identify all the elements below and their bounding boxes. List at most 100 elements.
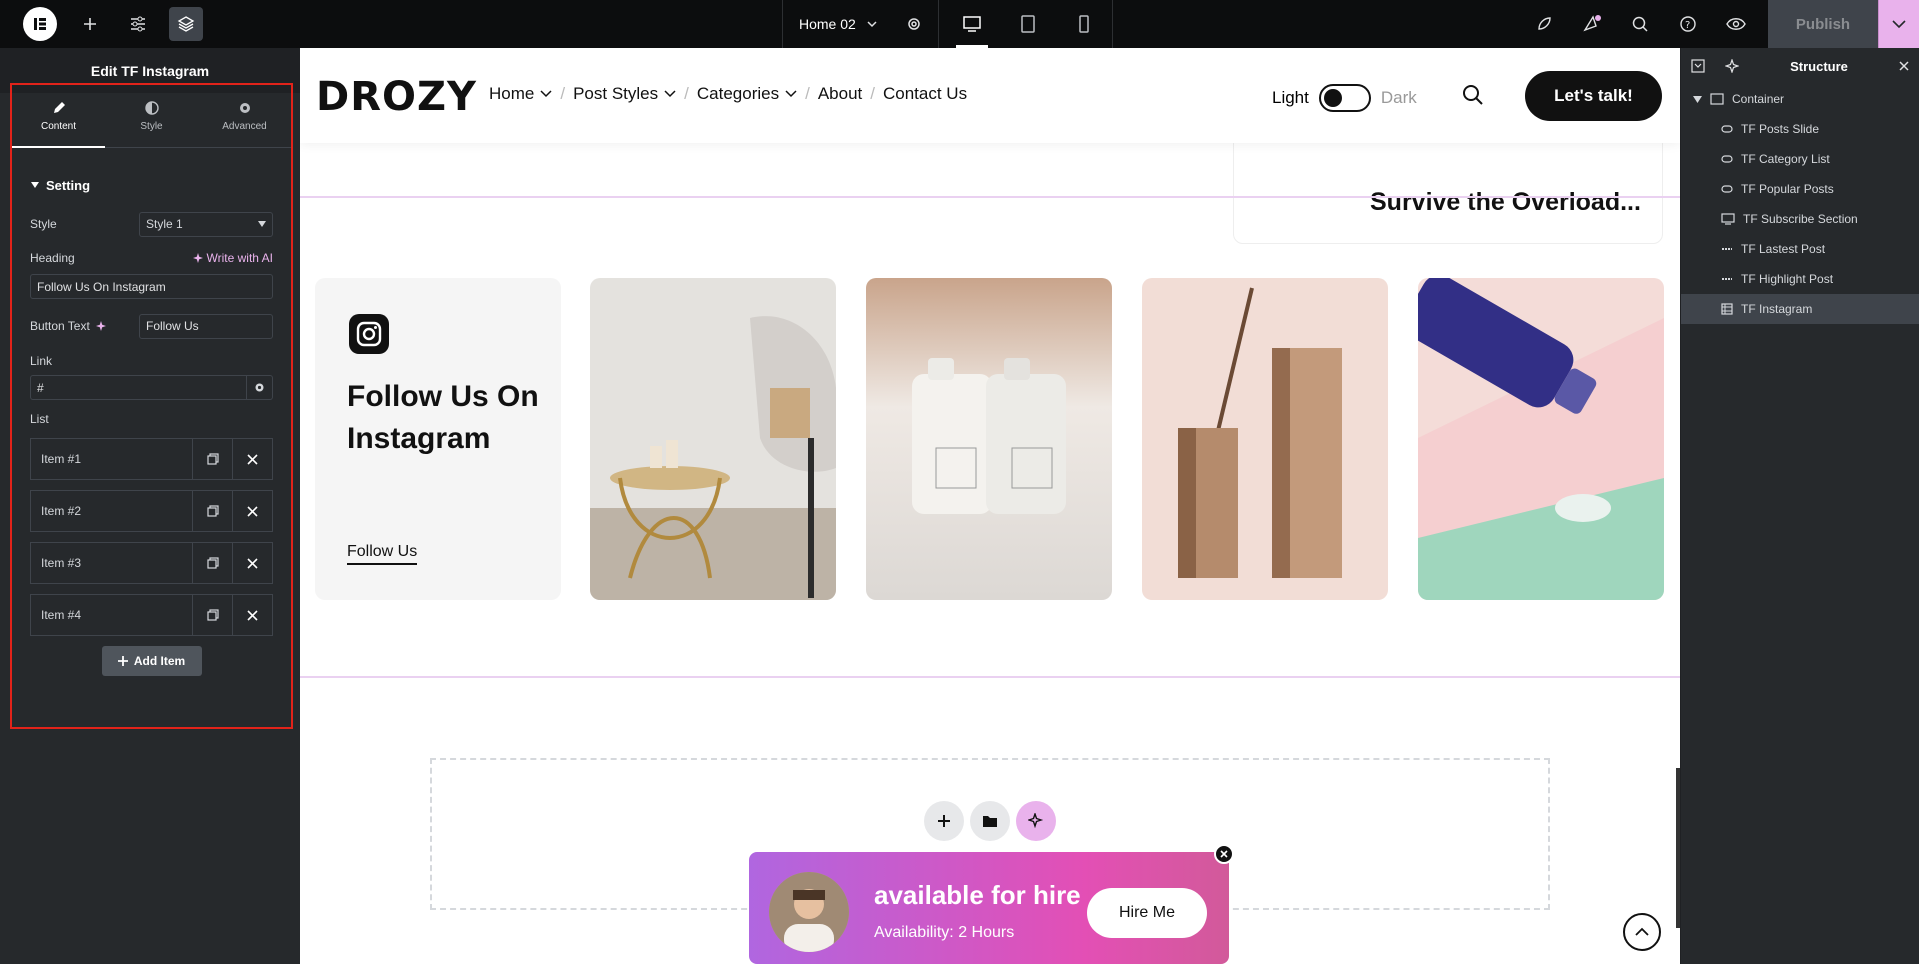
page-settings-gear-icon[interactable] [890, 0, 938, 48]
follow-us-link[interactable]: Follow Us [347, 543, 418, 565]
duplicate-icon[interactable] [192, 439, 232, 479]
hire-title: available for hire [874, 880, 1081, 910]
remove-close-icon[interactable] [232, 543, 272, 583]
widget-icon [1721, 185, 1733, 193]
close-icon[interactable] [1214, 844, 1234, 864]
theme-toggle[interactable] [1318, 84, 1371, 112]
site-settings-icon[interactable] [114, 0, 162, 48]
site-logo[interactable]: DROZY [316, 74, 477, 120]
structure-item-highlight-post[interactable]: TF Highlight Post [1681, 264, 1919, 294]
editor-topbar: Home 02 ? Publish [0, 0, 1919, 48]
add-section-plus-icon[interactable] [924, 801, 964, 841]
instagram-photo-3[interactable] [1142, 278, 1388, 600]
page-selector[interactable]: Home 02 [782, 0, 939, 48]
elementor-logo[interactable] [23, 7, 57, 41]
nav-home-label: Home [489, 84, 535, 103]
style-select[interactable]: Style 1 [139, 211, 273, 237]
nav-item-categories[interactable]: Categories [697, 84, 797, 104]
nav-item-home[interactable]: Home [489, 84, 552, 104]
search-icon[interactable] [1616, 0, 1664, 48]
list-item-label: Item #2 [41, 504, 82, 518]
instagram-photo-4[interactable] [1418, 278, 1664, 600]
structure-item-category-list[interactable]: TF Category List [1681, 144, 1919, 174]
lets-talk-button[interactable]: Let's talk! [1525, 71, 1662, 121]
list-item[interactable]: Item #4 [30, 594, 273, 636]
publish-button[interactable]: Publish [1768, 0, 1878, 48]
preview-eye-icon[interactable] [1712, 0, 1760, 48]
tablet-mode-icon[interactable] [1000, 0, 1056, 48]
ai-generate-sparkle-icon[interactable] [1016, 801, 1056, 841]
list-item-label: Item #3 [41, 556, 82, 570]
remove-close-icon[interactable] [232, 439, 272, 479]
tab-content-label: Content [40, 120, 77, 132]
duplicate-icon[interactable] [192, 491, 232, 531]
template-library-folder-icon[interactable] [970, 801, 1010, 841]
list-item[interactable]: Item #1 [30, 438, 273, 480]
canvas-scrollbar[interactable] [1676, 768, 1680, 928]
list-item[interactable]: Item #3 [30, 542, 273, 584]
setting-section-header[interactable]: Setting [12, 160, 291, 210]
duplicate-icon[interactable] [192, 595, 232, 635]
structure-item-label: TF Posts Slide [1741, 122, 1820, 136]
preview-canvas: DROZY Home / Post Styles / Categories / … [300, 48, 1680, 964]
instagram-photo-1[interactable] [590, 278, 836, 600]
search-icon[interactable] [1462, 84, 1484, 111]
panel-tabs: Content Style Advanced [12, 85, 291, 148]
structure-item-container[interactable]: Container [1681, 84, 1919, 114]
nav-separator: / [805, 84, 810, 103]
instagram-photo-2[interactable] [866, 278, 1112, 600]
nav-item-about[interactable]: About [818, 84, 862, 104]
notifications-icon[interactable] [1568, 0, 1616, 48]
link-options-gear-icon[interactable] [247, 375, 273, 400]
structure-item-instagram[interactable]: TF Instagram [1681, 294, 1919, 324]
previous-post-title[interactable]: Survive the Overload... [1370, 188, 1641, 217]
button-text-input[interactable]: Follow Us [139, 313, 273, 339]
gear-icon [239, 102, 250, 113]
ai-sparkle-icon[interactable] [1725, 59, 1739, 73]
publish-options-chevron-icon[interactable] [1878, 0, 1919, 48]
tab-advanced-label: Advanced [222, 120, 267, 132]
subscribe-icon [1721, 213, 1735, 225]
scroll-to-top-chevron-up-icon[interactable] [1623, 913, 1661, 951]
heading-input[interactable]: Follow Us On Instagram [30, 274, 273, 299]
collapse-all-icon[interactable] [1691, 59, 1705, 73]
help-icon[interactable]: ? [1664, 0, 1712, 48]
structure-item-subscribe[interactable]: TF Subscribe Section [1681, 204, 1919, 234]
nav-separator: / [560, 84, 566, 103]
tab-advanced[interactable]: Advanced [198, 85, 291, 147]
tab-content[interactable]: Content [12, 85, 105, 148]
remove-close-icon[interactable] [232, 595, 272, 635]
mobile-mode-icon[interactable] [1056, 0, 1112, 48]
add-element-icon[interactable] [66, 0, 114, 48]
structure-title: Structure [1790, 58, 1848, 74]
caret-down-icon [1693, 95, 1702, 103]
structure-item-lastest-post[interactable]: TF Lastest Post [1681, 234, 1919, 264]
list-item[interactable]: Item #2 [30, 490, 273, 532]
structure-navigator: Structure Container TF Posts Slide TF Ca… [1681, 48, 1919, 964]
tab-style[interactable]: Style [105, 85, 198, 147]
remove-close-icon[interactable] [232, 491, 272, 531]
close-icon[interactable] [1899, 61, 1909, 71]
page-name: Home 02 [799, 16, 856, 32]
nav-item-contact[interactable]: Contact Us [883, 84, 967, 104]
widget-icon [1721, 125, 1733, 133]
link-input[interactable]: # [30, 375, 247, 400]
rocket-icon[interactable] [1520, 0, 1568, 48]
list-item-label: Item #1 [41, 452, 82, 466]
structure-header: Structure [1681, 48, 1919, 84]
duplicate-icon[interactable] [192, 543, 232, 583]
site-header: DROZY Home / Post Styles / Categories / … [300, 48, 1680, 143]
add-item-button[interactable]: Add Item [101, 646, 202, 676]
write-with-ai-button[interactable]: Write with AI [192, 251, 273, 265]
ai-sparkle-icon[interactable] [95, 321, 106, 331]
structure-item-popular-posts[interactable]: TF Popular Posts [1681, 174, 1919, 204]
style-label: Style [30, 217, 57, 231]
chevron-down-icon [540, 90, 552, 98]
hire-me-button[interactable]: Hire Me [1087, 888, 1207, 938]
desktop-mode-icon[interactable] [944, 0, 1000, 48]
nav-item-post-styles[interactable]: Post Styles [573, 84, 676, 104]
structure-item-posts-slide[interactable]: TF Posts Slide [1681, 114, 1919, 144]
widget-settings-panel: Edit TF Instagram Content Style Advanced… [0, 48, 300, 964]
section-divider [300, 196, 1680, 198]
structure-layers-icon[interactable] [169, 7, 203, 41]
